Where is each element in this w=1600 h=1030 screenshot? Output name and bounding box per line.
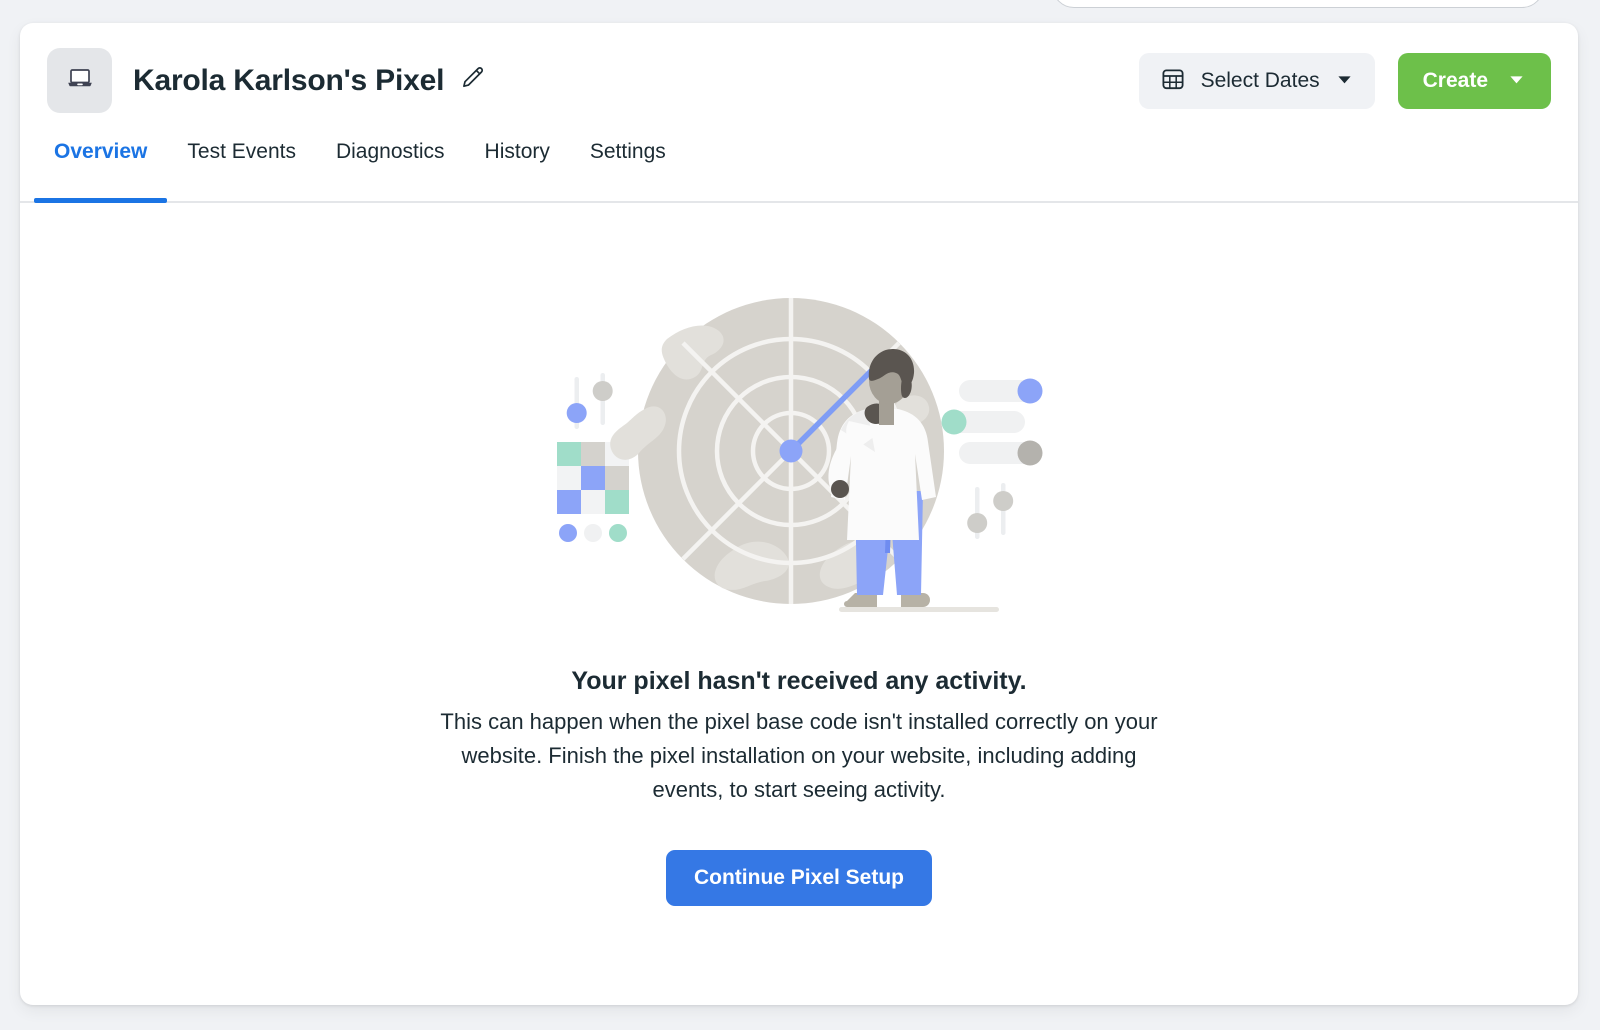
- tab-test-events[interactable]: Test Events: [167, 138, 316, 201]
- left-decor-sliders: [566, 373, 613, 429]
- left-decor-dots: [559, 524, 627, 542]
- pixel-overview-card: Karola Karlson's Pixel Select Dates Crea…: [20, 23, 1578, 1005]
- pixel-avatar: [47, 48, 112, 113]
- empty-state: Your pixel hasn't received any activity.…: [20, 203, 1578, 906]
- tab-bar: Overview Test Events Diagnostics History…: [20, 138, 1578, 203]
- empty-state-description: This can happen when the pixel base code…: [440, 709, 1158, 802]
- select-dates-button[interactable]: Select Dates: [1138, 52, 1375, 109]
- chevron-down-icon: [1507, 70, 1526, 92]
- right-decor-toggles: [941, 378, 1043, 466]
- select-dates-label: Select Dates: [1200, 68, 1320, 92]
- page-title: Karola Karlson's Pixel: [133, 63, 445, 97]
- right-decor-sliders: [967, 483, 1014, 539]
- continue-pixel-setup-button[interactable]: Continue Pixel Setup: [665, 850, 933, 906]
- pencil-icon: [459, 65, 485, 96]
- pixel-identity: Karola Karlson's Pixel: [47, 48, 1139, 113]
- create-button-label: Create: [1422, 68, 1488, 92]
- tab-overview[interactable]: Overview: [34, 138, 168, 203]
- tab-label: Test Events: [187, 140, 296, 163]
- chevron-down-icon: [1335, 70, 1354, 92]
- radar-globe-with-analyst-illustration: [557, 298, 1043, 612]
- title-row: Karola Karlson's Pixel: [133, 64, 487, 98]
- edit-title-button[interactable]: [457, 66, 487, 96]
- calendar-icon: [1160, 66, 1186, 95]
- tab-label: History: [484, 140, 550, 163]
- laptop-icon: [65, 63, 95, 98]
- tab-label: Settings: [589, 140, 666, 163]
- empty-state-title: Your pixel hasn't received any activity.: [571, 667, 1027, 695]
- tab-label: Diagnostics: [335, 140, 445, 163]
- header-actions: Select Dates Create: [1138, 52, 1551, 109]
- search-box-partial[interactable]: [1052, 0, 1544, 8]
- tab-history[interactable]: History: [465, 138, 570, 201]
- tab-settings[interactable]: Settings: [570, 138, 686, 201]
- tab-diagnostics[interactable]: Diagnostics: [316, 138, 465, 201]
- create-button[interactable]: Create: [1397, 52, 1551, 109]
- card-header: Karola Karlson's Pixel Select Dates Crea…: [20, 23, 1578, 138]
- tab-label: Overview: [54, 140, 148, 163]
